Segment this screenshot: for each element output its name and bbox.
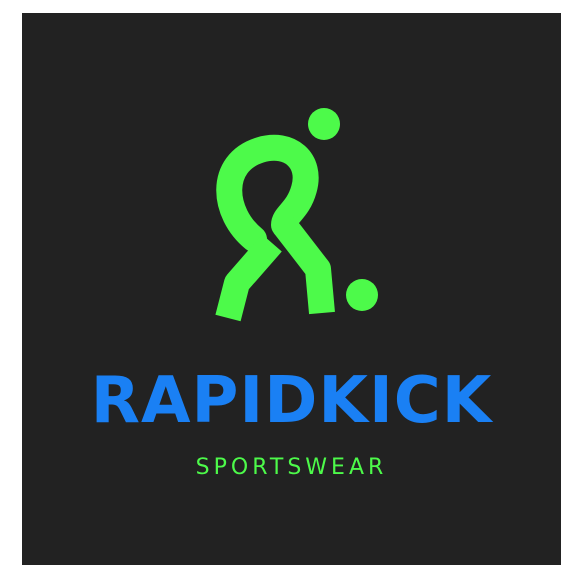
brand-tagline: SPORTSWEAR	[195, 455, 388, 480]
ball	[346, 279, 378, 311]
soccer-player-kicking-ball-icon	[215, 108, 378, 322]
player-leg-back	[215, 234, 282, 322]
brand-name: RAPIDKICK	[90, 364, 493, 438]
player-head	[308, 108, 340, 140]
player-leg-front	[273, 217, 335, 315]
logo-card: RAPIDKICK SPORTSWEAR	[22, 13, 561, 565]
